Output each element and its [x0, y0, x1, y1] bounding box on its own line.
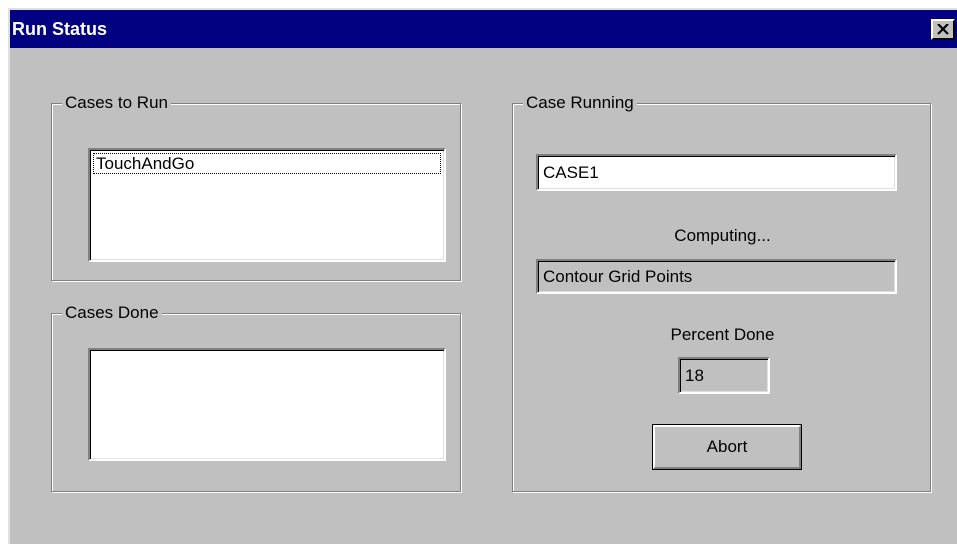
list-item[interactable]: TouchAndGo [93, 153, 441, 174]
computing-value: Contour Grid Points [543, 266, 693, 286]
percent-done-label: Percent Done [670, 325, 775, 344]
window-title: Run Status [12, 19, 108, 39]
title-bar[interactable]: Run Status [10, 10, 957, 48]
percent-done-value: 18 [685, 365, 704, 385]
case-running-group: Case Running CASE1 Computing... Contour … [512, 93, 931, 492]
close-icon [937, 24, 949, 35]
computing-field: Contour Grid Points [536, 259, 897, 294]
cases-to-run-group: Cases to Run TouchAndGo [51, 93, 461, 281]
abort-button-label: Abort [706, 437, 748, 456]
percent-done-field: 18 [678, 357, 770, 394]
cases-to-run-list[interactable]: TouchAndGo [88, 148, 446, 262]
run-status-dialog: Run Status Cases to Run TouchAndGo Cases… [8, 8, 957, 544]
case-name-value: CASE1 [543, 162, 599, 182]
abort-button[interactable]: Abort [652, 424, 802, 470]
close-button[interactable] [931, 19, 955, 40]
cases-done-group: Cases Done [51, 303, 461, 492]
cases-done-list[interactable] [88, 348, 446, 461]
case-name-field[interactable]: CASE1 [536, 154, 897, 191]
computing-label: Computing... [674, 226, 771, 245]
case-running-label: Case Running [523, 93, 637, 113]
cases-done-label: Cases Done [62, 303, 162, 323]
cases-to-run-label: Cases to Run [62, 93, 171, 113]
